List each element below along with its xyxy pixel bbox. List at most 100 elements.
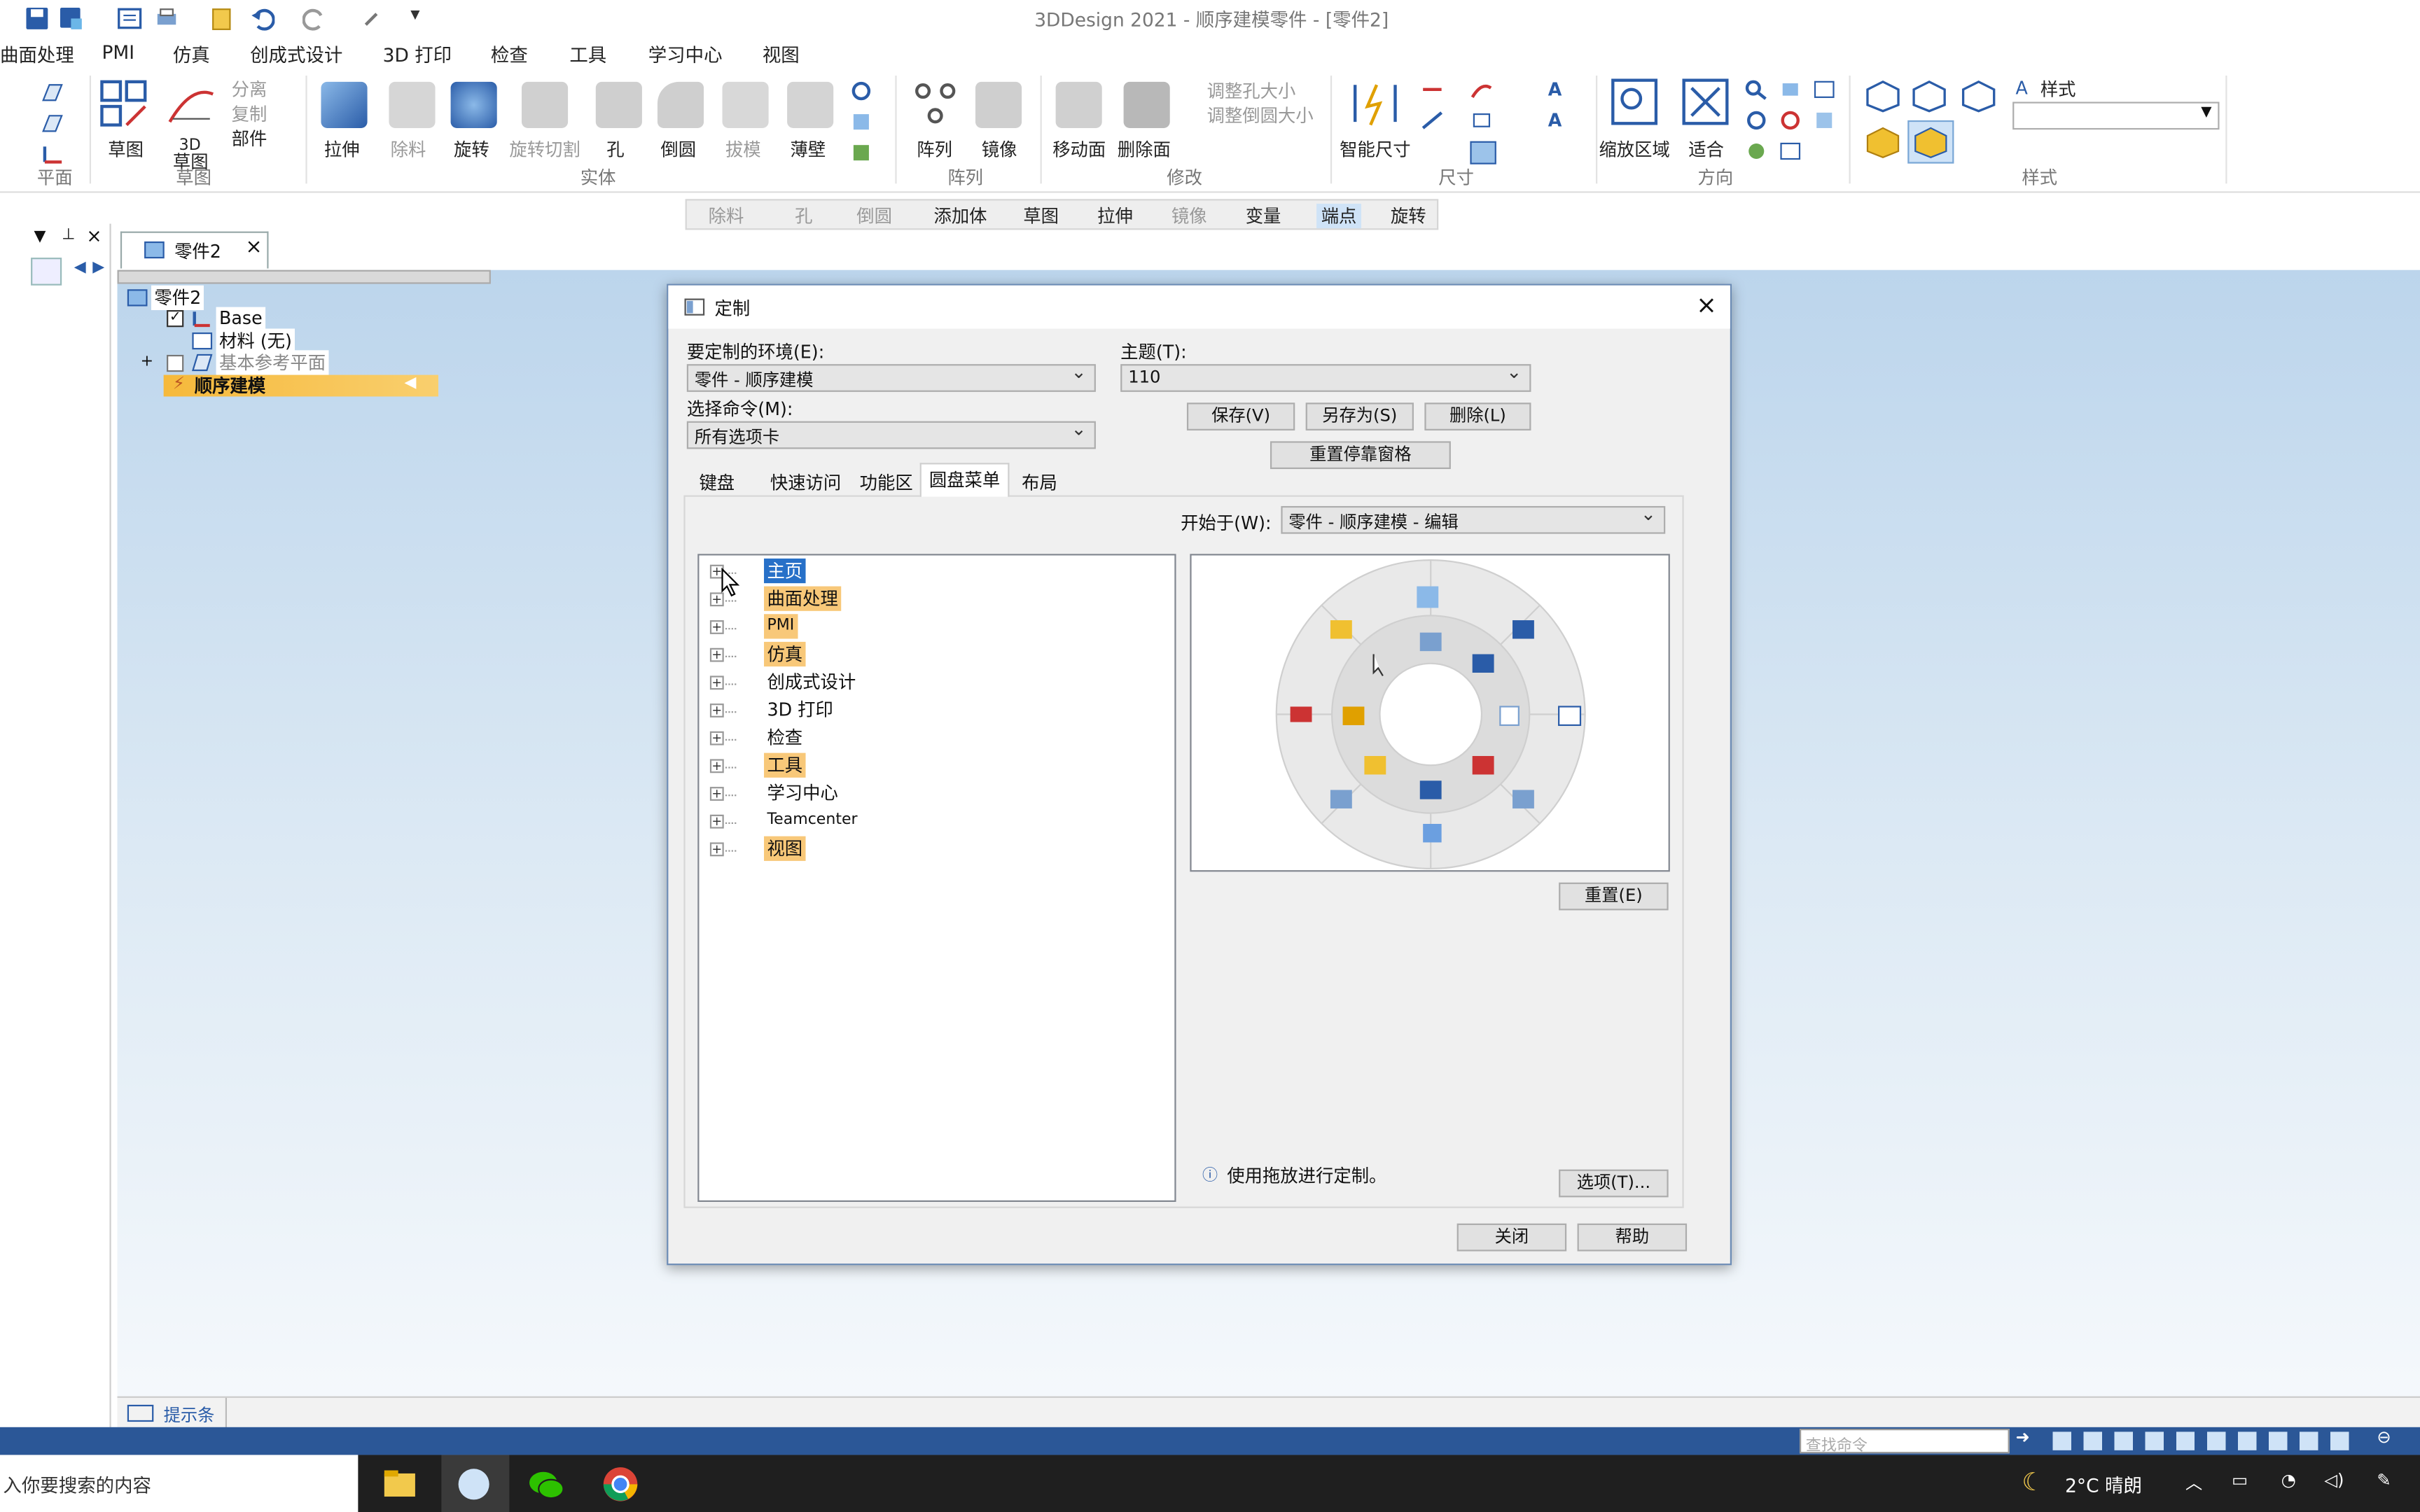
named-view-icon[interactable] <box>1778 141 1802 162</box>
file-explorer-icon[interactable] <box>383 1467 417 1498</box>
add-body-icon[interactable] <box>849 141 877 165</box>
move-face-icon[interactable] <box>1055 81 1102 128</box>
style-dropdown[interactable]: ▼ <box>2012 102 2220 130</box>
expand-inspect-icon[interactable]: + <box>709 731 737 746</box>
tab-generative-design[interactable]: 创成式设计 <box>250 42 342 68</box>
prev-tab-icon[interactable]: ◀ <box>74 259 86 276</box>
undo-icon[interactable] <box>250 6 275 31</box>
list-item-pmi[interactable]: PMI <box>764 614 798 639</box>
split-button[interactable]: 分离 <box>232 77 267 102</box>
wireframe-visible-icon[interactable] <box>1911 78 1948 113</box>
expand-3dprint-icon[interactable]: + <box>709 704 737 718</box>
redo-icon[interactable] <box>302 6 327 31</box>
view-tools-strip[interactable] <box>2052 1432 2362 1450</box>
round-icon[interactable] <box>657 81 704 128</box>
tab-surfacing[interactable]: 曲面处理 <box>0 42 74 68</box>
command-tree[interactable]: + 主页 + 曲面处理 + PMI + 仿真 + 创成式设计 + 3D 打印 +… <box>697 554 1176 1202</box>
expand-tools-icon[interactable]: + <box>709 759 737 774</box>
expand-teamcenter-icon[interactable]: + <box>709 814 737 829</box>
shaded-icon[interactable] <box>1865 125 1902 159</box>
tab-layout[interactable]: 布局 <box>1013 466 1066 497</box>
list-item-simulation[interactable]: 仿真 <box>764 641 806 667</box>
draft-icon[interactable] <box>722 81 769 128</box>
tree-ref-planes[interactable]: 基本参考平面 <box>216 350 329 375</box>
cmd-endpoint[interactable]: 端点 <box>1316 203 1362 229</box>
cmd-cut[interactable]: 除料 <box>709 204 744 228</box>
sketch-icon[interactable] <box>99 78 151 131</box>
resize-round-button[interactable]: 调整倒圆大小 <box>1207 104 1314 128</box>
zoom-slider-icon[interactable]: ⊖ <box>2377 1427 2391 1448</box>
network-icon[interactable]: ◔ <box>2281 1471 2296 1491</box>
radial-menu-preview[interactable] <box>1190 554 1670 872</box>
reset-dock-button[interactable]: 重置停靠窗格 <box>1270 441 1451 470</box>
list-item-tools[interactable]: 工具 <box>764 752 806 778</box>
rollback-icon[interactable]: ◀ <box>404 375 416 392</box>
expand-generative-icon[interactable]: + <box>709 676 737 690</box>
thin-wall-icon[interactable] <box>787 81 834 128</box>
cmd-sketch[interactable]: 草图 <box>1023 204 1059 228</box>
weather-text[interactable]: 2°C 晴朗 <box>2065 1472 2142 1498</box>
pathfinder-tab-icon[interactable] <box>31 258 62 286</box>
cmd-hole[interactable]: 孔 <box>795 204 812 228</box>
env-combo[interactable]: 零件 - 顺序建模 <box>686 361 1096 392</box>
dialog-close-icon[interactable]: × <box>1696 290 1717 319</box>
save-button[interactable]: 保存(V) <box>1186 402 1295 430</box>
select-combo[interactable]: 所有选项卡 <box>686 418 1096 449</box>
zoom-area-icon[interactable] <box>1611 78 1658 125</box>
weather-icon[interactable]: ☾ <box>2022 1467 2044 1497</box>
tab-learning-center[interactable]: 学习中心 <box>648 42 723 68</box>
angle-icon[interactable] <box>1420 109 1445 131</box>
cmd-extrude[interactable]: 拉伸 <box>1097 204 1133 228</box>
list-item-surfacing[interactable]: 曲面处理 <box>764 586 842 611</box>
start-combo[interactable]: 零件 - 顺序建模 - 编辑 <box>1281 503 1666 534</box>
grid-icon[interactable] <box>1469 141 1497 165</box>
revolve-icon[interactable] <box>450 81 497 128</box>
pin-icon[interactable]: ⊥ <box>62 227 75 244</box>
resize-hole-button[interactable]: 调整孔大小 <box>1207 78 1296 103</box>
tab-ribbon[interactable]: 功能区 <box>850 466 922 497</box>
tree-root[interactable]: 零件2 <box>151 285 204 311</box>
plane-parallel-icon[interactable] <box>40 113 64 134</box>
tray-chevron-icon[interactable]: ︿ <box>2185 1471 2202 1495</box>
tab-quick-access[interactable]: 快速访问 <box>761 466 851 497</box>
pattern-icon[interactable] <box>910 78 960 128</box>
tab-inspect[interactable]: 检查 <box>491 42 528 68</box>
mirror-icon[interactable] <box>975 81 1022 128</box>
distance-icon[interactable] <box>1420 78 1445 100</box>
sketch-3d-icon[interactable] <box>167 78 216 128</box>
symmetric-dim-icon[interactable] <box>1469 109 1494 131</box>
tab-keyboard[interactable]: 键盘 <box>690 466 744 497</box>
taskbar-search[interactable]: 入你要搜索的内容 <box>0 1455 359 1512</box>
properties-icon[interactable] <box>118 6 142 31</box>
coordinate-dim-icon[interactable] <box>1469 78 1494 100</box>
pane-menu-icon[interactable]: ▼ <box>34 228 46 245</box>
view-window-icon[interactable] <box>1812 78 1837 100</box>
swept-icon[interactable] <box>849 78 877 103</box>
base-checkbox[interactable]: ✓ <box>167 310 184 328</box>
tab-pmi[interactable]: PMI <box>102 42 134 64</box>
tree-base[interactable]: Base <box>216 307 266 329</box>
text-size-icon[interactable]: A <box>1548 109 1562 131</box>
close-pane-icon[interactable]: × <box>86 225 102 247</box>
cmd-round[interactable]: 倒圆 <box>856 204 892 228</box>
coordinate-system-icon[interactable] <box>40 144 64 165</box>
cmd-add-body[interactable]: 添加体 <box>933 204 987 228</box>
command-finder-input[interactable]: 查找命令 <box>1799 1428 2010 1455</box>
save-as-icon[interactable] <box>59 6 83 31</box>
expand-view-icon[interactable]: + <box>709 842 737 857</box>
part-button[interactable]: 部件 <box>232 127 267 151</box>
next-tab-icon[interactable]: ▶ <box>92 259 104 276</box>
battery-icon[interactable]: ▭ <box>2232 1471 2248 1491</box>
list-item-teamcenter[interactable]: Teamcenter <box>764 808 861 833</box>
wireframe-hidden-icon[interactable] <box>1960 78 1997 113</box>
cmd-variables[interactable]: 变量 <box>1246 204 1281 228</box>
delete-button[interactable]: 删除(L) <box>1424 402 1531 430</box>
tab-tools[interactable]: 工具 <box>569 42 606 68</box>
tab-simulation[interactable]: 仿真 <box>173 42 210 68</box>
smart-dimension-icon[interactable] <box>1349 78 1401 128</box>
expand-pmi-icon[interactable]: + <box>709 620 737 634</box>
save-icon[interactable] <box>25 6 49 31</box>
close-button[interactable]: 关闭 <box>1456 1223 1567 1252</box>
list-item-learning[interactable]: 学习中心 <box>764 780 841 805</box>
theme-combo[interactable]: 110 <box>1120 361 1531 392</box>
